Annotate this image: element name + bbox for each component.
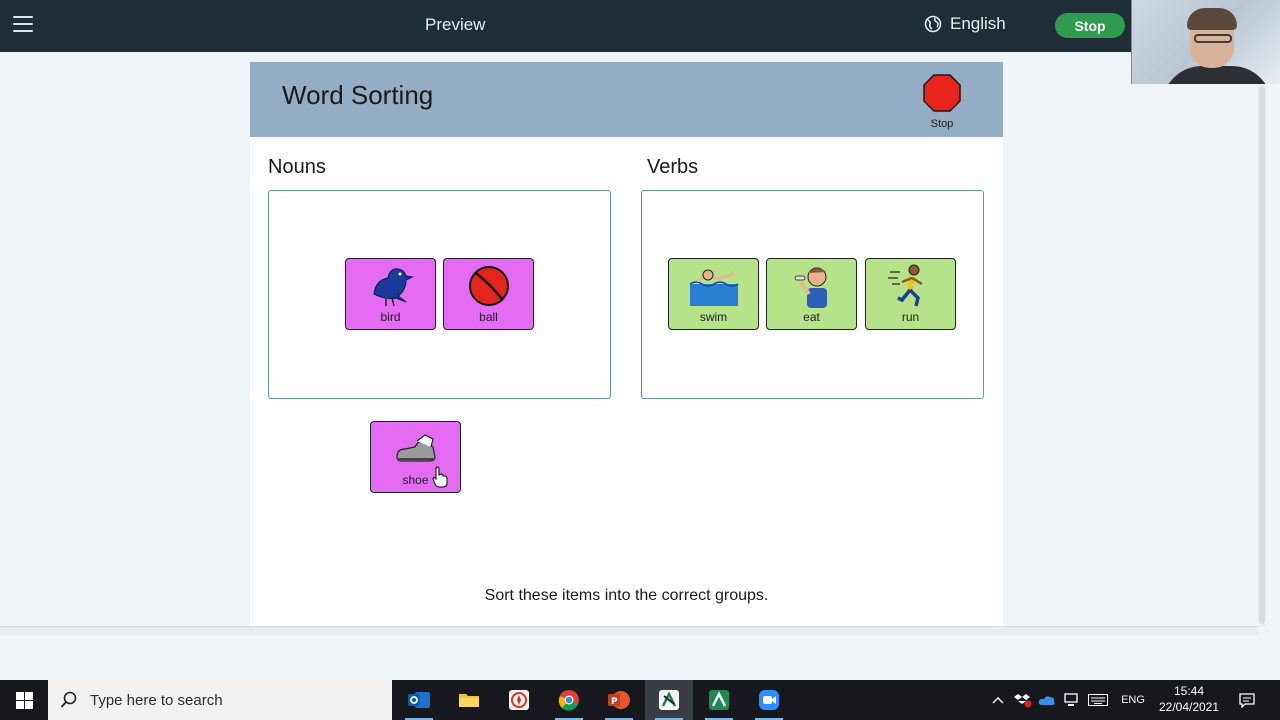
stop-sign-label: Stop	[930, 118, 954, 130]
chrome-icon	[558, 690, 579, 711]
search-icon	[60, 691, 77, 708]
compass-app-icon	[509, 690, 529, 710]
tray-notifications[interactable]	[1234, 680, 1260, 720]
nouns-drop-zone[interactable]: bird ball	[268, 190, 611, 399]
notification-icon	[1239, 693, 1255, 708]
taskbar-powerpoint[interactable]: P	[595, 680, 643, 720]
tray-chevron[interactable]	[990, 680, 1006, 720]
language-selector[interactable]: English	[924, 14, 1006, 34]
app-top-bar: Preview English Stop	[0, 0, 1280, 52]
taskbar-search-box[interactable]: Type here to search	[48, 680, 392, 720]
clock-date: 22/04/2021	[1158, 700, 1220, 714]
ball-icon	[468, 266, 509, 306]
horizontal-scrollbar[interactable]	[0, 626, 1258, 635]
zoom-icon	[759, 690, 779, 710]
taskbar-zoom[interactable]	[745, 680, 793, 720]
tray-keyboard[interactable]	[1086, 680, 1110, 720]
taskbar-outlook[interactable]	[395, 680, 443, 720]
card-run-label: run	[901, 310, 920, 324]
svg-text:P: P	[611, 697, 618, 707]
verbs-drop-zone[interactable]: swim eat run	[641, 190, 984, 399]
card-shoe[interactable]: shoe	[370, 421, 461, 493]
chevron-up-icon	[992, 697, 1004, 704]
tray-language[interactable]: ENG	[1116, 680, 1150, 720]
powerpoint-icon: P	[608, 691, 630, 709]
card-eat-label: eat	[803, 310, 820, 324]
stop-preview-button[interactable]: Stop	[1055, 13, 1125, 38]
tray-onedrive[interactable]	[1036, 680, 1058, 720]
grid-app-2-icon	[709, 690, 729, 710]
hamburger-menu-icon[interactable]	[13, 16, 33, 32]
runner-icon	[887, 264, 923, 307]
taskbar-app-compass[interactable]	[495, 680, 543, 720]
taskbar-clock[interactable]: 15:44 22/04/2021	[1155, 683, 1223, 715]
taskbar-grid-app-active[interactable]	[645, 680, 693, 720]
bird-icon	[372, 268, 414, 307]
keyboard-icon	[1088, 694, 1108, 706]
card-shoe-label: shoe	[402, 473, 429, 487]
grid-app-icon	[659, 690, 679, 710]
taskbar-grid-app-2[interactable]	[695, 680, 743, 720]
activity-header: Word Sorting Stop	[250, 62, 1003, 137]
vertical-scroll-thumb[interactable]	[1259, 86, 1265, 624]
windows-taskbar: Type here to search P ENG 15:44 22/04/20…	[0, 680, 1280, 720]
shoe-icon	[395, 434, 436, 462]
taskbar-chrome[interactable]	[545, 680, 593, 720]
cloud-icon	[1038, 696, 1055, 705]
windows-logo-icon	[15, 691, 33, 709]
card-run[interactable]: run	[865, 258, 956, 330]
instructions-text: Sort these items into the correct groups…	[484, 587, 769, 604]
stop-sign-icon	[923, 74, 961, 112]
tray-network[interactable]	[1060, 680, 1082, 720]
taskbar-file-explorer[interactable]	[445, 680, 493, 720]
globe-icon	[924, 15, 942, 33]
group-label-verbs: Verbs	[647, 156, 699, 178]
stop-activity-button[interactable]: Stop	[920, 74, 964, 130]
card-swim-label: swim	[699, 310, 728, 324]
search-placeholder: Type here to search	[90, 691, 223, 709]
group-label-nouns: Nouns	[268, 156, 326, 178]
clock-time: 15:44	[1173, 684, 1205, 698]
card-bird-label: bird	[380, 310, 401, 324]
network-icon	[1064, 693, 1078, 706]
outlook-icon	[408, 692, 430, 708]
card-ball-label: ball	[479, 310, 498, 324]
eating-person-icon	[794, 267, 827, 308]
dropbox-sync-icon	[1014, 694, 1032, 708]
tray-dropbox[interactable]	[1012, 680, 1034, 720]
start-button[interactable]	[0, 680, 48, 720]
folder-icon	[459, 694, 479, 707]
card-ball[interactable]: ball	[443, 258, 534, 330]
page-title: Preview	[425, 15, 486, 34]
webcam-video-overlay	[1131, 0, 1280, 84]
word-sorting-activity: Word Sorting Stop Nouns Verbs bird ball	[250, 62, 1003, 626]
card-eat[interactable]: eat	[766, 258, 857, 330]
swimmer-icon	[689, 269, 738, 306]
card-swim[interactable]: swim	[668, 258, 759, 330]
activity-title: Word Sorting	[282, 80, 434, 110]
card-bird[interactable]: bird	[345, 258, 436, 330]
language-label: English	[950, 14, 1006, 33]
